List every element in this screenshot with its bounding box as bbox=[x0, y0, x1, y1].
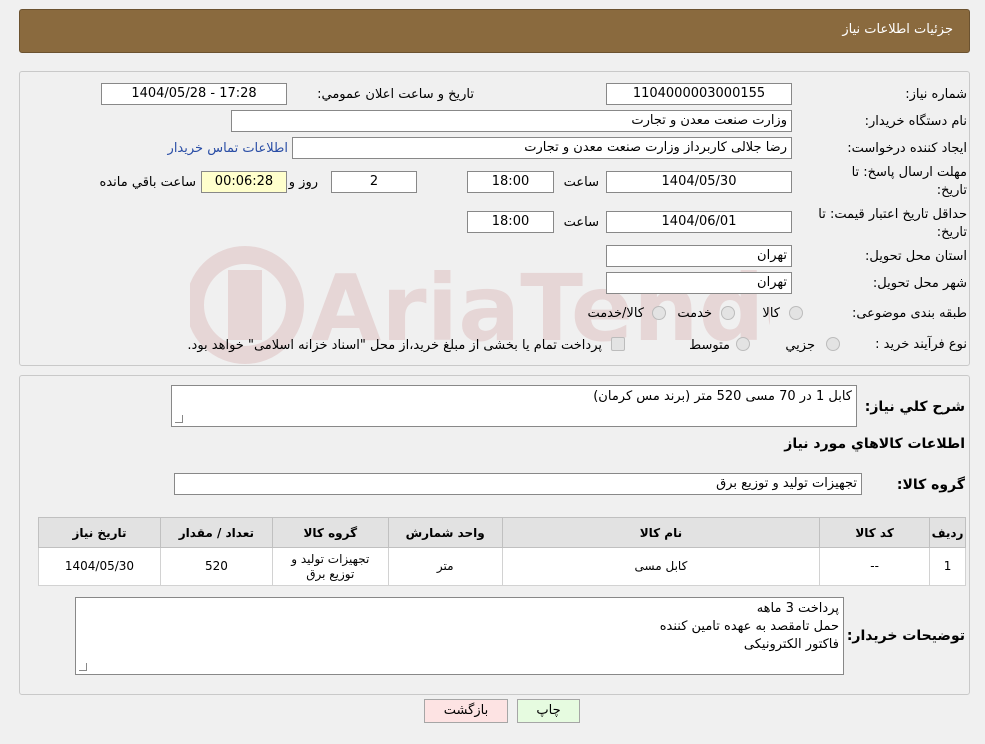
col-quantity: تعداد / مقدار bbox=[159, 517, 273, 548]
goods-group-field: تجهيزات توليد و توزيع برق bbox=[174, 473, 862, 495]
announce-label: تاريخ و ساعت اعلان عمومي: bbox=[317, 87, 474, 102]
col-goods-name: نام کالا bbox=[501, 517, 821, 548]
process-medium-label: متوسط bbox=[689, 338, 730, 353]
cell-row-number: 1 bbox=[929, 547, 966, 586]
validity-label-line2: تاريخ: bbox=[936, 225, 967, 240]
buyer-notes-line: حمل تامقصد به عهده تامين کننده bbox=[659, 619, 839, 634]
deadline-time-label: ساعت bbox=[563, 175, 599, 190]
process-label: نوع فرآيند خريد : bbox=[875, 337, 967, 352]
need-number-field: 1104000003000155 bbox=[606, 83, 792, 105]
back-button[interactable]: بازگشت bbox=[424, 699, 508, 723]
deadline-label-line1: مهلت ارسال پاسخ: تا bbox=[851, 165, 967, 180]
process-treasury-note: پرداخت تمام يا بخشی از مبلغ خريد،از محل … bbox=[187, 338, 602, 353]
resize-grip-icon[interactable] bbox=[175, 415, 183, 423]
process-medium-radio[interactable] bbox=[736, 337, 750, 351]
buyer-notes-label: توضيحات خريدار: bbox=[846, 628, 965, 644]
goods-group-label: گروه کالا: bbox=[896, 477, 965, 493]
table-row: 1 -- کابل مسی متر تجهيزات توليد و توزيع … bbox=[38, 547, 966, 586]
validity-date-field: 1404/06/01 bbox=[606, 211, 792, 233]
goods-section-heading: اطلاعات کالاهاي مورد نياز bbox=[784, 436, 965, 452]
city-label: شهر محل تحويل: bbox=[872, 276, 967, 291]
cell-need-date: 1404/05/30 bbox=[38, 547, 161, 586]
deadline-time-field: 18:00 bbox=[467, 171, 554, 193]
col-unit: واحد شمارش bbox=[387, 517, 503, 548]
province-label: استان محل تحويل: bbox=[865, 249, 967, 264]
process-minor-radio[interactable] bbox=[826, 337, 840, 351]
time-remaining-field: 00:06:28 bbox=[201, 171, 287, 193]
buyer-notes-line: فاکتور الکترونيکی bbox=[743, 637, 839, 652]
validity-time-field: 18:00 bbox=[467, 211, 554, 233]
requester-field: رضا جلالی کاربرداز وزارت صنعت معدن و تجا… bbox=[292, 137, 792, 159]
days-remaining-field: 2 bbox=[331, 171, 417, 193]
deadline-label-line2: تاريخ: bbox=[936, 183, 967, 198]
announce-field: 1404/05/28 - 17:28 bbox=[101, 83, 287, 105]
time-remaining-label: ساعت باقي مانده bbox=[99, 175, 196, 190]
category-goods-label: کالا bbox=[762, 306, 780, 321]
goods-table-header-row: رديف کد کالا نام کالا واحد شمارش گروه کا… bbox=[38, 517, 966, 548]
validity-label-line1: حداقل تاريخ اعتبار قيمت: تا bbox=[818, 207, 967, 222]
col-need-date: تاريخ نياز bbox=[38, 517, 161, 548]
buyer-org-field: وزارت صنعت معدن و تجارت bbox=[231, 110, 792, 132]
category-service-radio[interactable] bbox=[721, 306, 735, 320]
process-treasury-checkbox[interactable] bbox=[611, 337, 625, 351]
cell-goods-name: کابل مسی bbox=[501, 547, 821, 586]
buyer-contact-link[interactable]: اطلاعات تماس خريدار bbox=[168, 141, 288, 156]
requester-label: ايجاد کننده درخواست: bbox=[847, 141, 967, 156]
page-title: جزئيات اطلاعات نياز bbox=[842, 22, 953, 37]
description-label: شرح کلي نياز: bbox=[864, 399, 965, 415]
category-goods-service-label: کالا/خدمت bbox=[587, 306, 644, 321]
page-header: جزئيات اطلاعات نياز bbox=[19, 9, 970, 53]
category-label: طبقه بندی موضوعی: bbox=[851, 306, 967, 321]
buyer-org-label: نام دستگاه خريدار: bbox=[864, 114, 967, 129]
process-minor-label: جزيي bbox=[785, 338, 815, 353]
cell-goods-code: -- bbox=[819, 547, 931, 586]
cell-quantity: 520 bbox=[159, 547, 273, 586]
print-button[interactable]: چاپ bbox=[517, 699, 580, 723]
goods-table: رديف کد کالا نام کالا واحد شمارش گروه کا… bbox=[38, 517, 966, 586]
city-field: تهران bbox=[606, 272, 792, 294]
buyer-notes-textarea[interactable]: پرداخت 3 ماهه حمل تامقصد به عهده تامين ک… bbox=[75, 597, 844, 675]
days-label: روز و bbox=[288, 175, 318, 190]
col-goods-group: گروه کالا bbox=[271, 517, 389, 548]
category-service-label: خدمت bbox=[677, 306, 712, 321]
col-goods-code: کد کالا bbox=[819, 517, 931, 548]
cell-goods-group: تجهيزات توليد و توزيع برق bbox=[271, 547, 389, 586]
description-text: کابل 1 در 70 مسی 520 متر (برند مس کرمان) bbox=[593, 389, 852, 404]
validity-time-label: ساعت bbox=[563, 215, 599, 230]
col-row-number: رديف bbox=[929, 517, 966, 548]
category-goods-service-radio[interactable] bbox=[652, 306, 666, 320]
category-goods-radio[interactable] bbox=[789, 306, 803, 320]
buyer-notes-line: پرداخت 3 ماهه bbox=[756, 601, 839, 616]
need-number-label: شماره نياز: bbox=[905, 87, 967, 102]
deadline-date-field: 1404/05/30 bbox=[606, 171, 792, 193]
cell-unit: متر bbox=[387, 547, 503, 586]
province-field: تهران bbox=[606, 245, 792, 267]
resize-grip-icon[interactable] bbox=[79, 663, 87, 671]
description-textarea[interactable]: کابل 1 در 70 مسی 520 متر (برند مس کرمان) bbox=[171, 385, 857, 427]
